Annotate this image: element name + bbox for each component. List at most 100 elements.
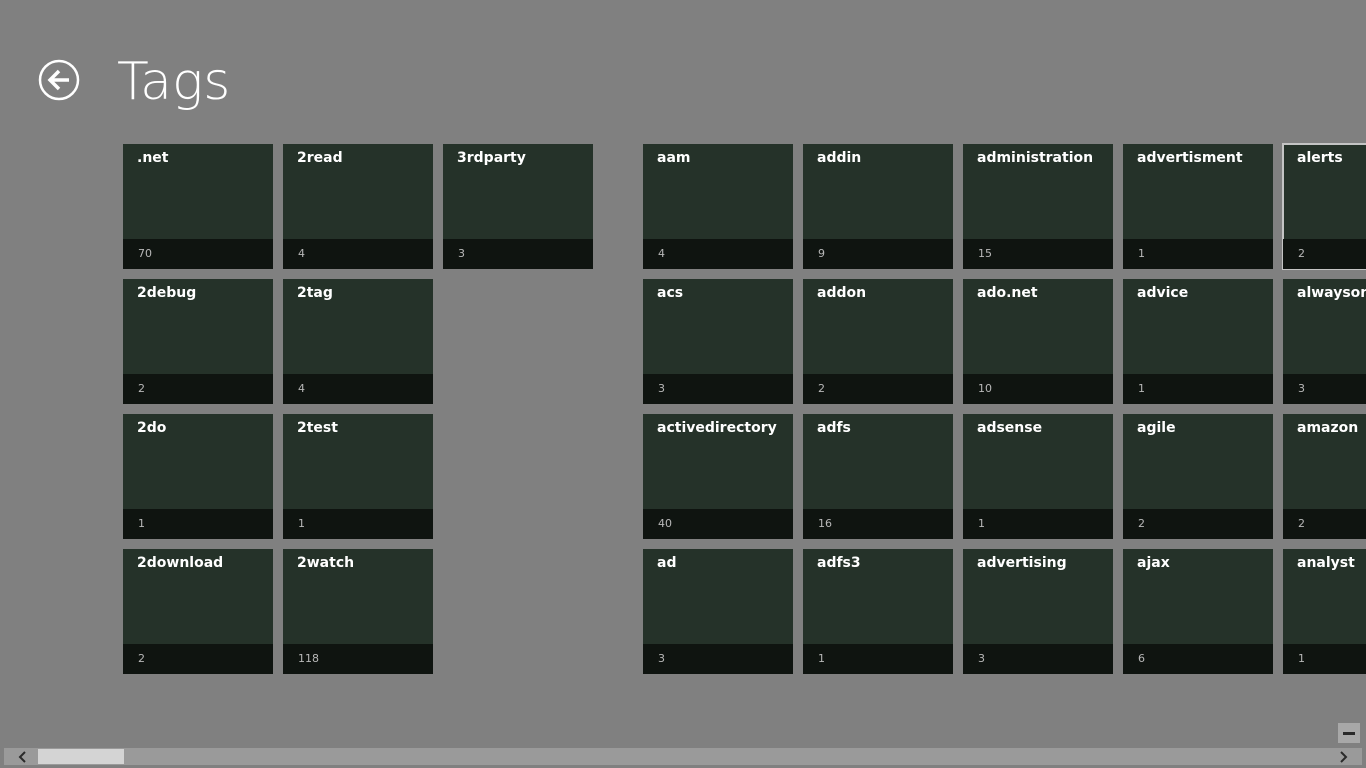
tag-tile[interactable]: advertising 3: [963, 549, 1113, 674]
tag-tile[interactable]: alerts 2: [1282, 143, 1366, 270]
tag-name: alerts: [1297, 150, 1343, 166]
tag-name: amazon: [1297, 420, 1359, 436]
tag-tile[interactable]: advice 1: [1123, 279, 1273, 404]
tag-name: addin: [817, 150, 862, 166]
tag-footer: 10: [963, 374, 1113, 404]
tag-footer: 2: [123, 644, 273, 674]
back-button[interactable]: [38, 59, 80, 101]
tag-name: 2debug: [137, 285, 197, 301]
tag-tile[interactable]: advertisment 1: [1123, 144, 1273, 269]
tag-count: 1: [978, 517, 985, 530]
tag-count: 1: [1138, 247, 1145, 260]
chevron-left-icon: [18, 750, 26, 763]
tag-name: activedirectory: [657, 420, 777, 436]
tag-count: 1: [1298, 652, 1305, 665]
tag-name: advice: [1137, 285, 1189, 301]
tag-count: 2: [138, 382, 145, 395]
tag-tile[interactable]: acs 3: [643, 279, 793, 404]
tag-tile[interactable]: ajax 6: [1123, 549, 1273, 674]
tag-tile[interactable]: 2debug 2: [123, 279, 273, 404]
tag-tile[interactable]: aam 4: [643, 144, 793, 269]
tag-footer: 1: [1123, 239, 1273, 269]
tag-footer: 40: [643, 509, 793, 539]
tag-count: 2: [1138, 517, 1145, 530]
tag-tile[interactable]: .net 70: [123, 144, 273, 269]
tag-tile[interactable]: activedirectory 40: [643, 414, 793, 539]
tag-name: alwayson: [1297, 285, 1366, 301]
tag-name: adfs: [817, 420, 851, 436]
tag-footer: 3: [643, 374, 793, 404]
tag-count: 4: [298, 382, 305, 395]
tag-tile[interactable]: adfs3 1: [803, 549, 953, 674]
scroll-left-button[interactable]: [8, 748, 38, 765]
tag-count: 6: [1138, 652, 1145, 665]
tag-name: ajax: [1137, 555, 1170, 571]
tag-name: ado.net: [977, 285, 1038, 301]
tag-footer: 16: [803, 509, 953, 539]
tag-tile[interactable]: 2read 4: [283, 144, 433, 269]
tag-name: 2tag: [297, 285, 333, 301]
tag-count: 3: [458, 247, 465, 260]
tag-tile[interactable]: 2tag 4: [283, 279, 433, 404]
tag-footer: 2: [1283, 239, 1366, 269]
scroll-thumb[interactable]: [38, 749, 124, 764]
tag-name: adsense: [977, 420, 1043, 436]
tag-count: 2: [138, 652, 145, 665]
tag-footer: 1: [123, 509, 273, 539]
tag-tile[interactable]: 2do 1: [123, 414, 273, 539]
tag-tile[interactable]: administration 15: [963, 144, 1113, 269]
tag-tile[interactable]: addin 9: [803, 144, 953, 269]
tag-tile[interactable]: agile 2: [1123, 414, 1273, 539]
tag-name: addon: [817, 285, 867, 301]
tag-tile[interactable]: ad 3: [643, 549, 793, 674]
scroll-right-button[interactable]: [1328, 748, 1358, 765]
tag-name: 2read: [297, 150, 343, 166]
tag-footer: 3: [963, 644, 1113, 674]
tag-tile[interactable]: adsense 1: [963, 414, 1113, 539]
tag-footer: 4: [643, 239, 793, 269]
tag-footer: 1: [803, 644, 953, 674]
tag-count: 4: [658, 247, 665, 260]
tag-tile[interactable]: amazon 2: [1283, 414, 1366, 539]
tag-footer: 3: [443, 239, 593, 269]
tag-tile[interactable]: addon 2: [803, 279, 953, 404]
tag-name: ad: [657, 555, 677, 571]
tag-footer: 3: [1283, 374, 1366, 404]
tag-tile[interactable]: 2test 1: [283, 414, 433, 539]
tag-tile[interactable]: adfs 16: [803, 414, 953, 539]
tag-name: agile: [1137, 420, 1176, 436]
horizontal-scrollbar[interactable]: [4, 748, 1362, 765]
tag-name: 2do: [137, 420, 167, 436]
tag-tile[interactable]: 2download 2: [123, 549, 273, 674]
tag-count: 40: [658, 517, 672, 530]
tag-name: 2watch: [297, 555, 355, 571]
tag-count: 1: [818, 652, 825, 665]
tag-footer: 2: [1283, 509, 1366, 539]
tag-count: 3: [1298, 382, 1305, 395]
tag-tile[interactable]: 3rdparty 3: [443, 144, 593, 269]
tag-footer: 2: [123, 374, 273, 404]
tag-footer: 118: [283, 644, 433, 674]
tag-tile[interactable]: analyst 1: [1283, 549, 1366, 674]
semantic-zoom-button[interactable]: [1338, 723, 1360, 743]
tag-footer: 70: [123, 239, 273, 269]
tag-tile[interactable]: alwayson 3: [1283, 279, 1366, 404]
tag-name: advertising: [977, 555, 1067, 571]
tag-footer: 3: [643, 644, 793, 674]
tag-footer: 2: [1123, 509, 1273, 539]
tag-count: 3: [658, 382, 665, 395]
back-arrow-icon: [38, 59, 80, 101]
tag-footer: 2: [803, 374, 953, 404]
tag-count: 70: [138, 247, 152, 260]
tag-tile[interactable]: 2watch 118: [283, 549, 433, 674]
tag-name: 2test: [297, 420, 338, 436]
tag-footer: 1: [963, 509, 1113, 539]
tag-count: 1: [298, 517, 305, 530]
tag-count: 2: [1298, 247, 1305, 260]
tag-tile[interactable]: ado.net 10: [963, 279, 1113, 404]
tag-count: 3: [658, 652, 665, 665]
page-title: Tags: [117, 52, 231, 112]
tag-name: .net: [137, 150, 169, 166]
tag-count: 1: [1138, 382, 1145, 395]
tag-name: aam: [657, 150, 691, 166]
